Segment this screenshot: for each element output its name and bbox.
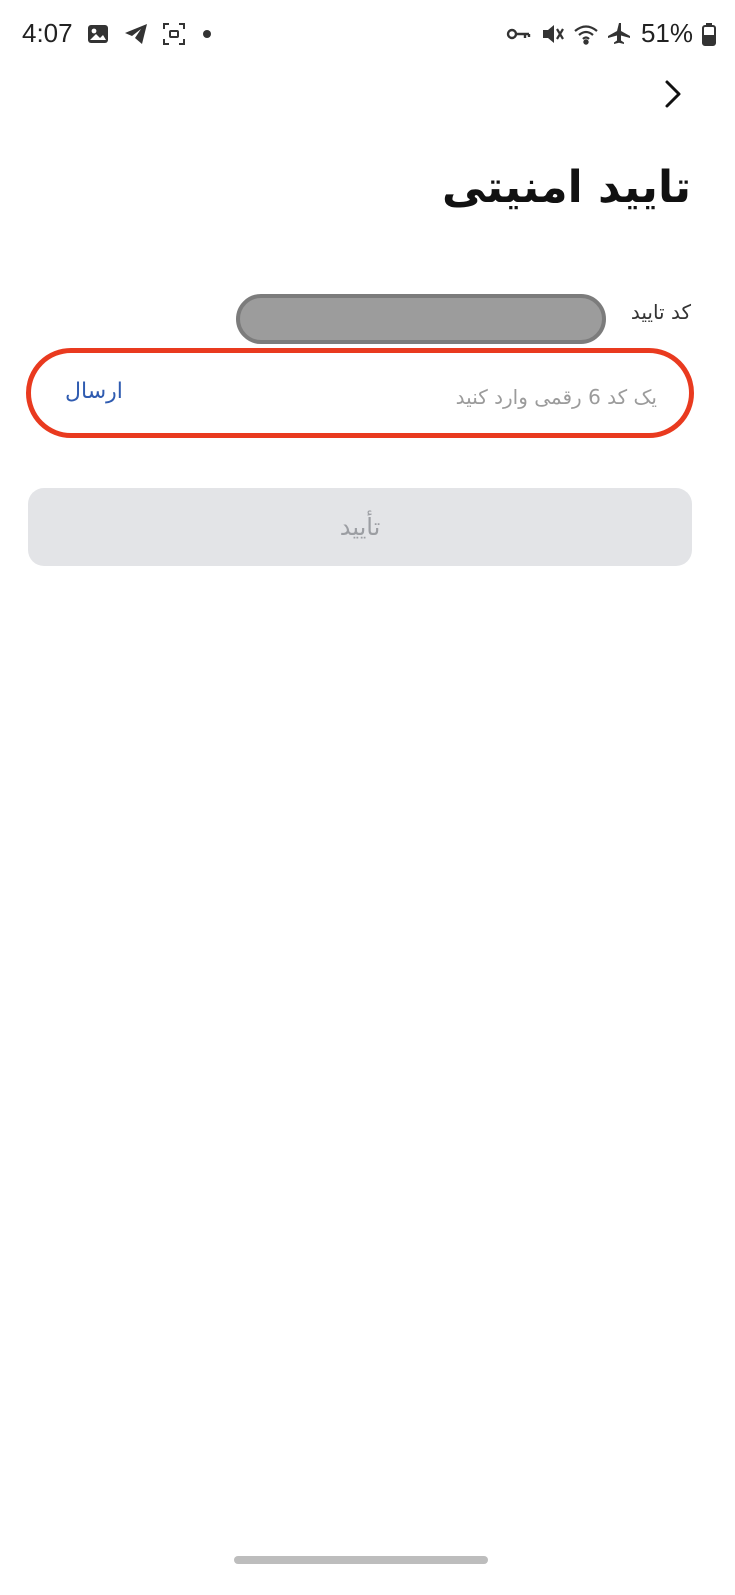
vpn-key-icon bbox=[505, 21, 531, 47]
battery-icon bbox=[701, 21, 717, 47]
wifi-icon bbox=[573, 21, 599, 47]
mute-icon bbox=[539, 21, 565, 47]
verification-code-label: کد تایید bbox=[630, 300, 691, 324]
confirm-button[interactable]: تأیید bbox=[28, 488, 692, 566]
redacted-info bbox=[236, 294, 606, 344]
status-left: 4:07 bbox=[22, 18, 211, 49]
verification-code-field[interactable]: ارسال bbox=[26, 348, 694, 438]
page-title: تایید امنیتی bbox=[442, 162, 691, 213]
status-bar: 4:07 51% bbox=[0, 0, 735, 68]
telegram-icon bbox=[123, 21, 149, 47]
battery-percent: 51% bbox=[640, 18, 693, 48]
verification-label-row: کد تایید bbox=[631, 300, 691, 324]
send-code-link[interactable]: ارسال bbox=[65, 379, 123, 404]
status-right: 51% bbox=[505, 18, 717, 49]
home-indicator[interactable] bbox=[234, 1556, 488, 1564]
chevron-right-icon bbox=[661, 76, 685, 116]
gallery-icon bbox=[85, 21, 111, 47]
notification-dot bbox=[202, 29, 211, 38]
screenshot-icon bbox=[161, 21, 187, 47]
back-button[interactable] bbox=[655, 76, 691, 116]
status-time: 4:07 bbox=[22, 18, 73, 48]
airplane-icon bbox=[607, 21, 633, 47]
verification-code-input[interactable] bbox=[185, 379, 659, 415]
